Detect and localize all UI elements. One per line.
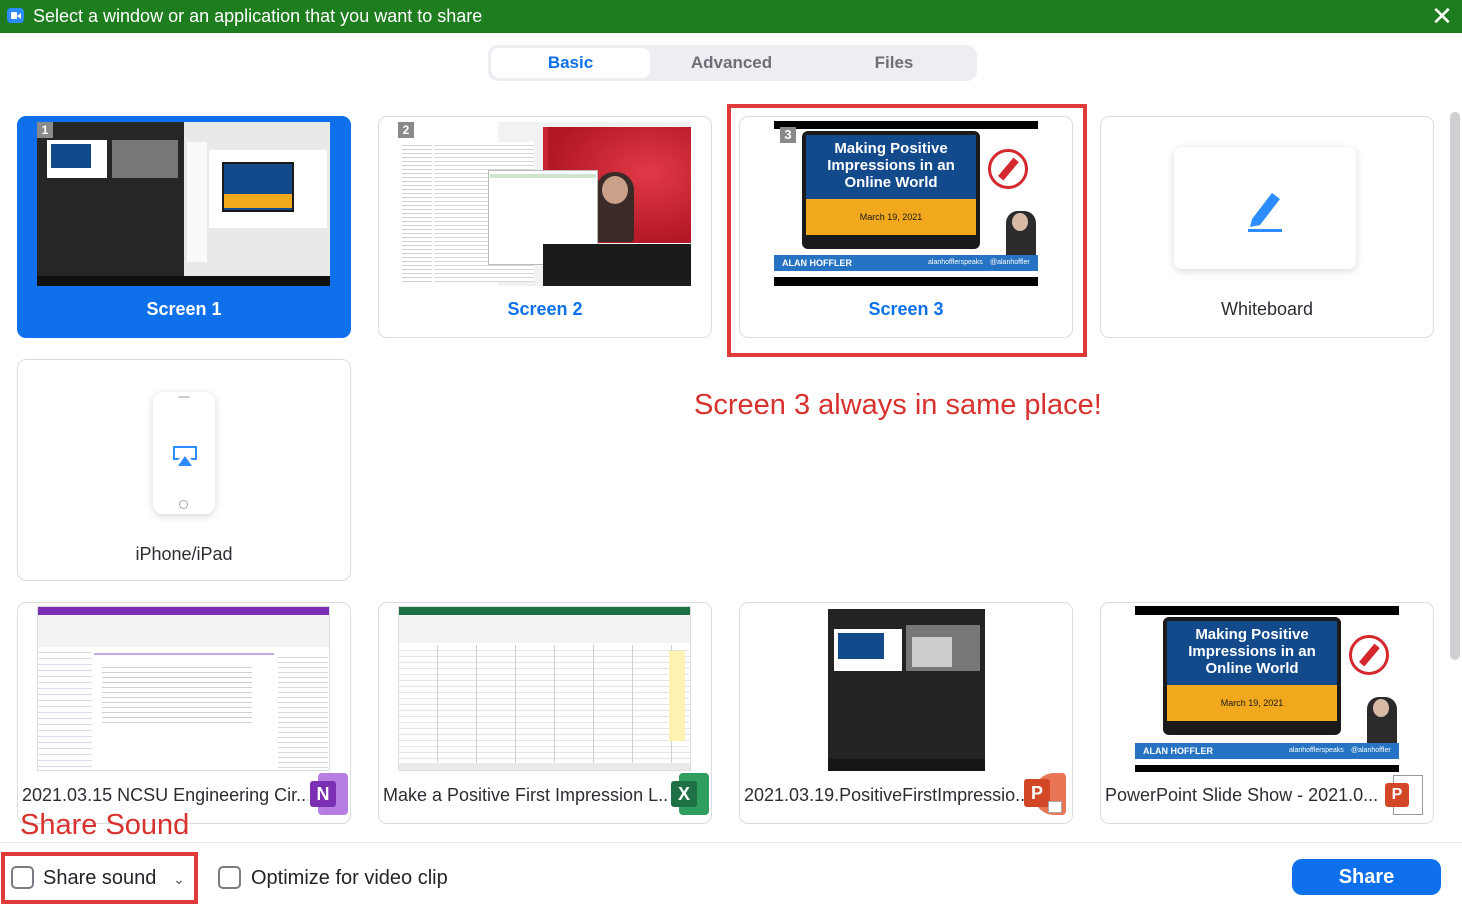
tab-files[interactable]: Files [814, 48, 974, 78]
iphone-ipad-tile[interactable]: iPhone/iPad [17, 359, 351, 581]
screen-number-badge: 1 [37, 122, 53, 138]
app-tile-onenote[interactable]: 2021.03.15 NCSU Engineering Cir... N [17, 602, 351, 824]
onenote-icon: N [310, 773, 348, 815]
slideshow-social-2: @alanhoffler [1351, 747, 1391, 754]
optimize-video-checkbox[interactable] [218, 866, 241, 889]
share-button[interactable]: Share [1292, 859, 1441, 895]
app-label-onenote: 2021.03.15 NCSU Engineering Cir... [22, 785, 308, 805]
app-tile-excel[interactable]: Make a Positive First Impression L... X [378, 602, 712, 824]
slideshow-badge-letter: P [1385, 783, 1409, 807]
tab-advanced[interactable]: Advanced [652, 48, 811, 78]
tab-basic[interactable]: Basic [491, 48, 650, 78]
optimize-video-label[interactable]: Optimize for video clip [251, 867, 448, 890]
pencil-icon [1248, 193, 1282, 232]
window-title: Select a window or an application that y… [33, 6, 483, 26]
compass-icon [1349, 635, 1389, 675]
screen-3-highlight-box [727, 104, 1087, 357]
slideshow-title: Making Positive Impressions in an Online… [1167, 621, 1337, 685]
whiteboard-preview [1174, 147, 1356, 269]
powerpoint-icon: P [1024, 773, 1066, 815]
screen-1-tile[interactable]: 1 Screen 1 [17, 116, 351, 338]
onenote-thumbnail [37, 606, 330, 771]
airplay-icon [173, 446, 197, 466]
title-bar: Select a window or an application that y… [0, 0, 1462, 33]
phone-preview [153, 392, 215, 514]
onenote-badge-letter: N [310, 781, 336, 807]
slideshow-date: March 19, 2021 [1167, 685, 1337, 721]
scrollbar-thumb[interactable] [1450, 112, 1460, 660]
slideshow-thumbnail: Making Positive Impressions in an Online… [1135, 606, 1399, 772]
share-sound-annotation: Share Sound [20, 809, 190, 841]
screen-number-badge: 2 [398, 122, 414, 138]
share-sound-highlight-box [1, 852, 198, 904]
excel-badge-letter: X [671, 781, 697, 807]
excel-icon: X [671, 773, 709, 815]
screen-1-thumbnail: 1 [37, 122, 330, 286]
whiteboard-label: Whiteboard [1220, 299, 1314, 319]
screen-3-annotation: Screen 3 always in same place! [694, 389, 1102, 421]
powerpoint-badge-letter: P [1024, 779, 1050, 807]
app-label-powerpoint: 2021.03.19.PositiveFirstImpressio... [744, 785, 1030, 805]
zoom-logo-icon [7, 8, 24, 23]
powerpoint-show-icon: P [1385, 775, 1423, 817]
powerpoint-thumbnail [828, 609, 985, 771]
iphone-ipad-label: iPhone/iPad [135, 544, 233, 564]
app-label-slideshow: PowerPoint Slide Show - 2021.0... [1105, 785, 1379, 805]
slideshow-brand: ALAN HOFFLER [1143, 746, 1213, 756]
whiteboard-tile[interactable]: Whiteboard [1100, 116, 1434, 338]
screen-2-tile[interactable]: 2 Screen 2 [378, 116, 712, 338]
tab-bar: Basic Advanced Files [488, 45, 977, 81]
screen-1-label: Screen 1 [146, 299, 222, 319]
slideshow-social-1: alanhofflerspeaks [1289, 747, 1344, 754]
screen-2-thumbnail: 2 [398, 122, 691, 286]
app-tile-slideshow[interactable]: Making Positive Impressions in an Online… [1100, 602, 1434, 824]
app-tile-powerpoint[interactable]: 2021.03.19.PositiveFirstImpressio... P [739, 602, 1073, 824]
excel-thumbnail [398, 606, 691, 771]
close-icon[interactable]: ✕ [1428, 2, 1456, 30]
app-label-excel: Make a Positive First Impression L... [383, 785, 669, 805]
screen-2-label: Screen 2 [507, 299, 583, 319]
